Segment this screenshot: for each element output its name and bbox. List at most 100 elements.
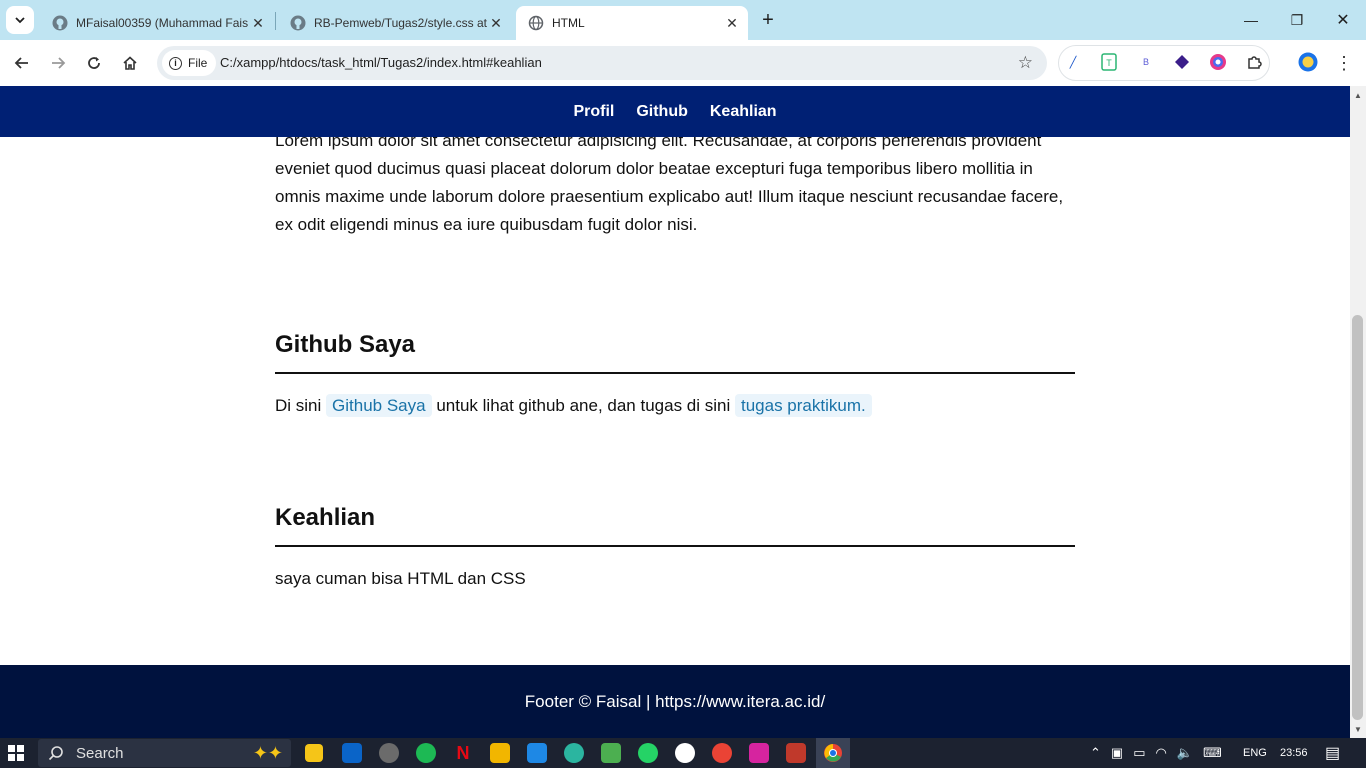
whatsapp-icon[interactable] [638,743,658,763]
clock[interactable]: 23:56 [1280,738,1308,768]
chrome-active-taskbar-button[interactable] [816,738,850,768]
close-icon: ✕ [1336,12,1350,29]
nav-link-keahlian[interactable]: Keahlian [699,103,788,121]
info-icon: i [169,56,182,70]
keyboard-icon[interactable]: ⌨ [1203,745,1222,761]
vscode-icon[interactable] [527,743,547,763]
chevron-up-icon[interactable]: ⌃ [1090,745,1101,761]
section-heading-keahlian: Keahlian [275,504,376,531]
profile-avatar[interactable] [1297,51,1319,73]
close-icon[interactable]: ✕ [724,15,740,31]
close-icon[interactable]: ✕ [250,15,266,31]
reload-icon [88,57,100,69]
forward-button[interactable] [44,49,72,77]
edge-icon[interactable] [564,743,584,763]
github-text-middle: untuk lihat github ane, dan tugas di sin… [436,396,731,415]
scroll-down-arrow-icon[interactable]: ▼ [1351,722,1365,736]
clock-time: 23:56 [1280,747,1308,759]
section-divider [275,372,1075,374]
close-icon[interactable]: ✕ [488,15,504,31]
github-icon [52,15,68,31]
browser-toolbar: i File C:/xampp/htdocs/task_html/Tugas2/… [0,40,1366,86]
site-navbar: Profil Github Keahlian [0,86,1350,137]
page-viewport: Profil Github Keahlian Lorem ipsum dolor… [0,86,1366,738]
taskbar-search-box[interactable]: Search ✦✦ [38,739,291,767]
browser-tab[interactable]: RB-Pemweb/Tugas2/style.css at ✕ [278,6,512,40]
globe-icon [528,15,544,31]
battery-icon[interactable]: ▭ [1133,745,1145,761]
bookmark-star-icon[interactable]: ☆ [1018,53,1033,73]
restore-button[interactable]: ❐ [1274,0,1320,40]
language-label: ENG [1243,747,1267,759]
language-indicator[interactable]: ENG [1243,738,1267,768]
tugas-praktikum-link[interactable]: tugas praktikum. [735,394,872,417]
profile-paragraph: Lorem ipsum dolor sit amet consectetur a… [275,131,1064,234]
sticky-notes-icon[interactable] [305,744,323,762]
windows-start-icon[interactable] [8,745,24,761]
diamond-extension-icon[interactable] [1171,51,1193,73]
github-desktop-icon[interactable] [675,743,695,763]
main-content: Lorem ipsum dolor sit amet consectetur a… [275,127,1075,591]
chrome-profile-icon[interactable] [712,743,732,763]
instagram-icon[interactable] [749,743,769,763]
file-explorer-icon[interactable] [490,743,510,763]
github-text-before: Di sini [275,396,322,415]
translate-extension-icon[interactable]: T [1098,51,1120,73]
color-extension-icon[interactable] [1207,51,1229,73]
reload-button[interactable] [80,49,108,77]
home-icon [123,56,137,70]
site-footer: Footer © Faisal | https://www.itera.ac.i… [0,665,1350,738]
outlook-icon[interactable] [342,743,362,763]
nav-link-profil[interactable]: Profil [562,103,625,121]
section-heading-github: Github Saya [275,331,416,358]
pen-extension-icon[interactable]: ╱ [1062,51,1084,73]
nav-link-github[interactable]: Github [625,103,699,121]
puzzle-icon[interactable] [1243,51,1265,73]
netflix-icon[interactable]: N [453,743,473,763]
url-text[interactable]: C:/xampp/htdocs/task_html/Tugas2/index.h… [220,55,542,70]
address-bar[interactable]: i File C:/xampp/htdocs/task_html/Tugas2/… [157,46,1047,80]
notification-icon[interactable]: ▤ [1325,738,1340,768]
more-vert-icon: ⋮ [1335,52,1353,73]
new-tab-button[interactable]: + [756,8,780,32]
footer-text: Footer © Faisal | https://www.itera.ac.i… [524,691,826,711]
scroll-up-arrow-icon[interactable]: ▲ [1351,88,1365,102]
minimize-button[interactable]: — [1228,0,1274,40]
arrow-left-icon [14,57,28,69]
browser-tab-active[interactable]: HTML ✕ [516,6,748,40]
scrollbar-thumb[interactable] [1352,315,1363,720]
extensions-group [1058,45,1270,81]
plus-icon: + [762,8,774,31]
github-link[interactable]: Github Saya [326,394,432,417]
volume-icon[interactable]: 🔈 [1177,745,1193,761]
b-extension-icon[interactable]: B [1135,51,1157,73]
tab-title: MFaisal00359 (Muhammad Fais [76,16,249,30]
clock-app-icon[interactable] [379,743,399,763]
tab-title: HTML [552,16,585,30]
search-icon [48,746,63,761]
back-button[interactable] [8,49,36,77]
windows-taskbar: Search ✦✦ N ⌃ ▣ ▭ ◠ 🔈 ⌨ ENG 23:56 ▤ [0,738,1366,768]
scheme-label: File [188,56,208,70]
chrome-icon [824,744,842,762]
svg-text:T: T [1106,58,1112,68]
sparkle-icon: ✦✦ [252,742,283,763]
minimize-icon: — [1244,12,1258,28]
classroom-icon[interactable] [601,743,621,763]
wifi-icon[interactable]: ◠ [1156,745,1167,761]
tab-separator [275,12,276,30]
chevron-down-icon [15,17,25,24]
github-icon [290,15,306,31]
browser-menu-button[interactable]: ⋮ [1334,49,1354,77]
arrow-right-icon [52,57,66,69]
site-info-chip[interactable]: i File [162,50,217,76]
tray-app-icon[interactable]: ▣ [1111,745,1123,761]
section-divider [275,545,1075,547]
spotify-icon[interactable] [416,743,436,763]
window-close-button[interactable]: ✕ [1320,0,1366,40]
app-icon[interactable] [786,743,806,763]
tab-search-button[interactable] [6,6,34,34]
home-button[interactable] [116,49,144,77]
system-tray: ⌃ ▣ ▭ ◠ 🔈 ⌨ [1090,738,1222,768]
browser-tab[interactable]: MFaisal00359 (Muhammad Fais ✕ [40,6,274,40]
